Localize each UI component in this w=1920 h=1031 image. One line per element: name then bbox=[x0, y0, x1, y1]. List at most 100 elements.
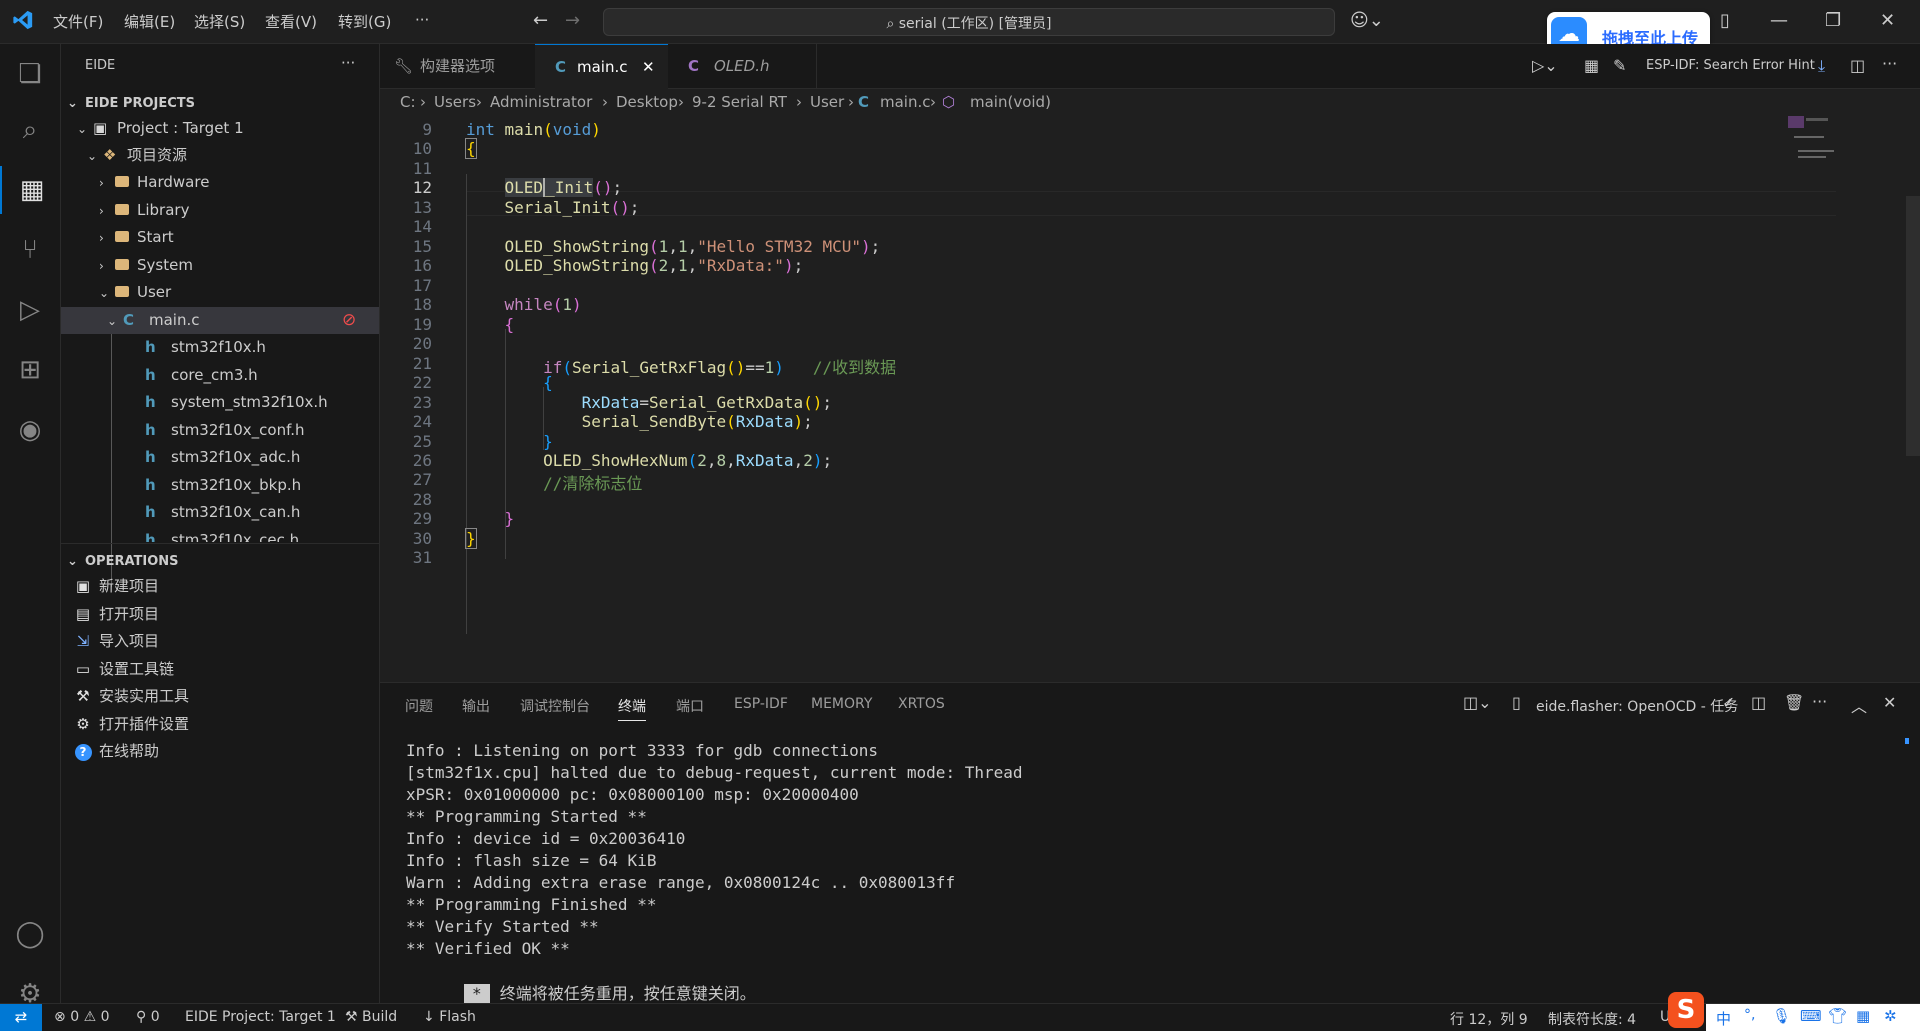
menu-file[interactable]: 文件(F) bbox=[53, 11, 103, 32]
op-install-tools[interactable]: ⚒ 安装实用工具 bbox=[61, 683, 379, 710]
file-main-c[interactable]: ⌄ Cmain.c ⊘ bbox=[61, 307, 379, 334]
chevron-right-icon: › bbox=[602, 93, 608, 111]
problems-indicator[interactable]: ⊗ 0 ⚠ 0 bbox=[54, 1009, 110, 1025]
header-file-row[interactable]: h stm32f10x_bkp.h bbox=[61, 472, 379, 499]
source-control-icon[interactable]: ⑂ bbox=[0, 226, 60, 274]
run-debug-icon[interactable]: ▷ bbox=[0, 286, 60, 334]
chevron-down-icon: ⌄ bbox=[87, 149, 98, 163]
minimize-icon[interactable]: — bbox=[1770, 10, 1788, 31]
menu-go[interactable]: 转到(G) bbox=[338, 11, 391, 32]
minimap[interactable] bbox=[1788, 116, 1848, 176]
chevron-right-icon: › bbox=[99, 231, 104, 245]
more-tools-icon[interactable]: ✲ bbox=[1884, 1007, 1897, 1025]
close-window-icon[interactable]: ✕ bbox=[1880, 10, 1895, 31]
remote-icon[interactable]: ⇄ bbox=[0, 1004, 42, 1031]
maximize-icon[interactable]: ❐ bbox=[1825, 10, 1841, 31]
menu-edit[interactable]: 编辑(E) bbox=[124, 11, 175, 32]
tab-main-c[interactable]: C main.c ✕ bbox=[535, 44, 669, 89]
code-editor[interactable]: 9 10 11 12 13 14 15 16 17 18 19 20 21 22 23 24 25 26 27 28 2… bbox=[380, 116, 1920, 661]
sogou-ime-icon[interactable]: S bbox=[1668, 992, 1704, 1028]
breadcrumb-item[interactable]: C: bbox=[400, 93, 416, 111]
clean-icon[interactable]: ✎ bbox=[1613, 56, 1626, 75]
microphone-icon[interactable]: 🎙︎ bbox=[1772, 1007, 1791, 1025]
skin-icon[interactable]: 👕︎ bbox=[1828, 1007, 1847, 1025]
command-center-search[interactable]: ⌕ serial (工作区) [管理员] bbox=[603, 8, 1335, 36]
breadcrumb-item[interactable]: main(void) bbox=[970, 93, 1051, 111]
op-plugin-settings[interactable]: ⚙ 打开插件设置 bbox=[61, 711, 379, 738]
breadcrumb-item[interactable]: main.c bbox=[880, 93, 931, 111]
split-editor-icon[interactable]: ◫ bbox=[1850, 56, 1865, 75]
run-debug-dropdown-icon[interactable]: ▷⌄ bbox=[1532, 56, 1558, 75]
folder-icon bbox=[115, 286, 129, 297]
folder-library[interactable]: › Library bbox=[61, 197, 379, 224]
eide-chip-icon[interactable]: ▦ bbox=[0, 166, 62, 214]
cursor-position[interactable]: 行 12，列 9 bbox=[1450, 1009, 1528, 1029]
project-node[interactable]: ⌄ ▣ Project : Target 1 bbox=[61, 115, 379, 142]
menu-view[interactable]: 查看(V) bbox=[265, 11, 317, 32]
op-new-project[interactable]: ▣ 新建项目 bbox=[61, 573, 379, 600]
menu-selection[interactable]: 选择(S) bbox=[194, 11, 245, 32]
header-file-row[interactable]: h stm32f10x_can.h bbox=[61, 499, 379, 526]
import-icon: ⇲ bbox=[76, 632, 90, 650]
line-number: 24 bbox=[412, 412, 432, 431]
explorer-icon[interactable]: ❏ bbox=[0, 50, 60, 98]
header-file-row[interactable]: h stm32f10x_cec.h bbox=[61, 527, 379, 542]
breadcrumb-item[interactable]: User bbox=[810, 93, 844, 111]
extensions-icon[interactable]: ⊞ bbox=[0, 346, 60, 394]
esp-idf-icon[interactable]: ◉ bbox=[0, 406, 60, 454]
breadcrumb-item[interactable]: 9-2 Serial RT bbox=[692, 93, 787, 111]
flash-button[interactable]: ↓ Flash bbox=[423, 1009, 476, 1025]
folder-start[interactable]: › Start bbox=[61, 224, 379, 251]
op-open-project[interactable]: ▤ 打开项目 bbox=[61, 601, 379, 628]
file-label: main.c bbox=[149, 311, 200, 329]
eide-projects-header[interactable]: ⌄ EIDE PROJECTS bbox=[61, 93, 379, 117]
header-file-row[interactable]: h stm32f10x.h bbox=[61, 334, 379, 361]
terminal-output[interactable]: Info : Listening on port 3333 for gdb co… bbox=[380, 683, 1920, 1004]
op-online-help[interactable]: ? 在线帮助 bbox=[61, 738, 379, 765]
breadcrumb-item[interactable]: Users bbox=[434, 93, 476, 111]
more-actions-icon[interactable]: ··· bbox=[1882, 54, 1897, 73]
forward-arrow-icon[interactable]: → bbox=[565, 10, 580, 31]
menu-more[interactable]: ··· bbox=[415, 11, 429, 29]
header-file-row[interactable]: h stm32f10x_adc.h bbox=[61, 444, 379, 471]
tab-builder-options[interactable]: 🔧︎ 构建器选项 bbox=[380, 44, 536, 88]
project-resources-node[interactable]: ⌄ ❖ 项目资源 bbox=[61, 142, 379, 169]
op-toolchain[interactable]: ▭ 设置工具链 bbox=[61, 656, 379, 683]
sidebar-more-icon[interactable]: ··· bbox=[341, 54, 355, 72]
back-arrow-icon[interactable]: ← bbox=[533, 10, 548, 31]
ports-indicator[interactable]: ⚲ 0 bbox=[136, 1009, 160, 1025]
folder-system[interactable]: › System bbox=[61, 252, 379, 279]
folder-hardware[interactable]: › Hardware bbox=[61, 169, 379, 196]
breadcrumb-item[interactable]: Desktop bbox=[616, 93, 678, 111]
c-file-icon: C bbox=[858, 93, 870, 111]
editor-scrollbar[interactable] bbox=[1906, 196, 1920, 456]
folder-user[interactable]: ⌄ User bbox=[61, 279, 379, 306]
account-icon[interactable]: ◯ bbox=[0, 910, 60, 958]
keyboard-icon[interactable]: ⌨ bbox=[1800, 1007, 1822, 1025]
exclude-icon[interactable]: ⊘ bbox=[342, 307, 356, 334]
eide-project-status[interactable]: EIDE Project: Target 1 bbox=[185, 1009, 336, 1025]
header-file-row[interactable]: h core_cm3.h bbox=[61, 362, 379, 389]
terminal-prompt-badge: * bbox=[463, 984, 490, 1004]
search-icon[interactable]: ⌕ bbox=[0, 106, 60, 154]
close-tab-icon[interactable]: ✕ bbox=[642, 45, 655, 89]
h-file-icon: h bbox=[145, 366, 156, 384]
header-file-row[interactable]: h system_stm32f10x.h bbox=[61, 389, 379, 416]
toggle-panel-icon[interactable]: ▯ bbox=[1720, 10, 1730, 31]
copilot-icon[interactable]: ☺⌄ bbox=[1350, 10, 1384, 31]
build-icon[interactable]: ▦ bbox=[1584, 56, 1599, 75]
header-file-row[interactable]: h stm32f10x_conf.h bbox=[61, 417, 379, 444]
breadcrumb-item[interactable]: Administrator bbox=[490, 93, 592, 111]
tab-size[interactable]: 制表符长度: 4 bbox=[1548, 1009, 1636, 1029]
download-icon[interactable]: ⤓ bbox=[1818, 56, 1825, 76]
tab-oled-h[interactable]: C OLED.h bbox=[668, 44, 817, 88]
toolbox-icon[interactable]: ▦ bbox=[1856, 1007, 1870, 1025]
ime-toolbar[interactable]: 中 °, 🎙︎ ⌨ 👕︎ ▦ ✲ bbox=[1706, 1004, 1920, 1031]
build-button[interactable]: ⚒ Build bbox=[345, 1009, 397, 1025]
operations-header[interactable]: ⌄ OPERATIONS bbox=[61, 551, 379, 575]
code-line: int main(void) bbox=[466, 120, 601, 139]
punctuation-icon[interactable]: °, bbox=[1744, 1007, 1755, 1023]
op-import-project[interactable]: ⇲ 导入项目 bbox=[61, 628, 379, 655]
esp-error-hint-button[interactable]: ESP-IDF: Search Error Hint bbox=[1646, 58, 1815, 73]
ime-mode-label[interactable]: 中 bbox=[1716, 1008, 1731, 1029]
